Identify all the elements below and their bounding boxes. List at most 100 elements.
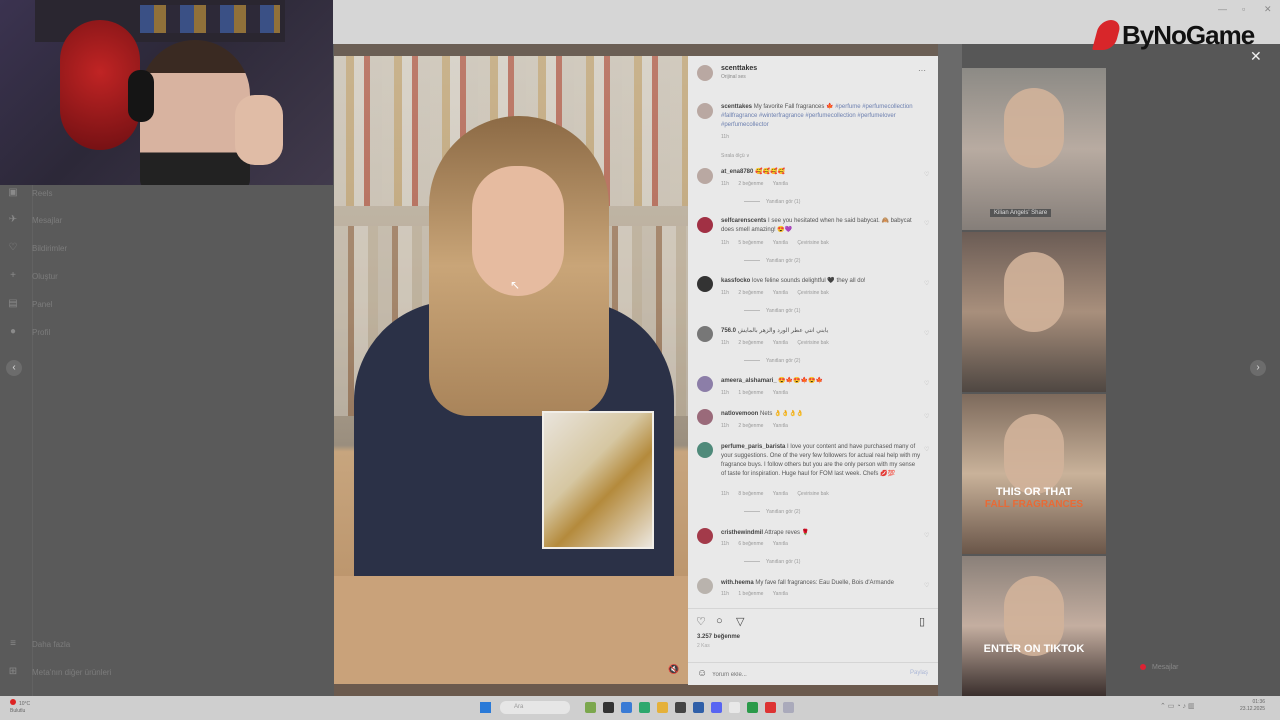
more-options-icon[interactable]: ··· — [918, 66, 926, 75]
discord-icon[interactable] — [711, 702, 722, 713]
avatar[interactable] — [697, 65, 713, 81]
taskbar-app-icon[interactable] — [747, 702, 758, 713]
sidebar-item-create[interactable]: + Oluştur — [8, 268, 58, 284]
comment-like-icon[interactable]: ♡ — [924, 330, 929, 337]
taskbar-app-icon[interactable] — [621, 702, 632, 713]
reply-link[interactable]: Yanıtla — [773, 541, 788, 547]
taskbar-app-icon[interactable] — [603, 702, 614, 713]
avatar[interactable] — [697, 578, 713, 594]
comment-like-icon[interactable]: ♡ — [924, 380, 929, 387]
reel-video[interactable]: 🔇 — [334, 56, 688, 684]
window-close-icon[interactable]: ✕ — [1264, 4, 1272, 15]
comment-like-icon[interactable]: ♡ — [924, 280, 929, 287]
taskbar-clock[interactable]: 01:36 23.12.2025 — [1240, 699, 1265, 713]
edge-icon[interactable] — [639, 702, 650, 713]
comment-user[interactable]: 756.0 — [721, 328, 736, 334]
translate-link[interactable]: Çevirisine bak — [797, 240, 828, 246]
translate-link[interactable]: Çevirisine bak — [797, 340, 828, 346]
taskbar-search[interactable]: Ara — [500, 701, 570, 714]
taskbar-app-icon[interactable] — [585, 702, 596, 713]
share-send-icon[interactable]: ▽ — [736, 615, 744, 628]
comment-user[interactable]: ameera_alshamari_ — [721, 378, 777, 384]
view-replies-link[interactable]: Yanıtları gör (1) — [744, 308, 800, 314]
comment-likes[interactable]: 5 beğenme — [738, 240, 763, 246]
sidebar-item-dashboard[interactable]: ▤ Panel — [8, 296, 52, 312]
store-icon[interactable] — [693, 702, 704, 713]
view-replies-link[interactable]: Yanıtları gör (1) — [744, 199, 800, 205]
comment-user[interactable]: at_ena8780 — [721, 169, 753, 175]
bookmark-icon[interactable]: ▯ — [919, 615, 925, 628]
avatar[interactable] — [697, 409, 713, 425]
avatar[interactable] — [697, 217, 713, 233]
avatar[interactable] — [697, 168, 713, 184]
comment-likes[interactable]: 6 beğenme — [738, 541, 763, 547]
comment-bubble-icon[interactable]: ○ — [716, 615, 723, 627]
comment-likes[interactable]: 8 beğenme — [738, 491, 763, 497]
reply-link[interactable]: Yanıtla — [773, 591, 788, 597]
reply-link[interactable]: Yanıtla — [773, 491, 788, 497]
post-comment-button[interactable]: Paylaş — [910, 670, 928, 676]
avatar[interactable] — [697, 442, 713, 458]
likes-count[interactable]: 3.257 beğenme — [697, 634, 740, 640]
comment-likes[interactable]: 2 beğenme — [738, 423, 763, 429]
reply-link[interactable]: Yanıtla — [773, 340, 788, 346]
related-reel-thumbnail[interactable]: ENTER ON TIKTOK — [962, 556, 1106, 696]
comment-user[interactable]: kassfocko — [721, 278, 750, 284]
sidebar-item-more[interactable]: ≡ Daha fazla — [8, 636, 70, 652]
comment-like-icon[interactable]: ♡ — [924, 532, 929, 539]
comment-likes[interactable]: 2 beğenme — [738, 290, 763, 296]
comment-likes[interactable]: 2 beğenme — [738, 340, 763, 346]
reply-link[interactable]: Yanıtla — [773, 390, 788, 396]
translate-link[interactable]: Çevirisine bak — [797, 491, 828, 497]
related-reel-thumbnail[interactable] — [962, 232, 1106, 392]
reply-link[interactable]: Yanıtla — [773, 181, 788, 187]
weather-widget[interactable]: 10°C Bulutlu — [10, 699, 30, 715]
file-explorer-icon[interactable] — [657, 702, 668, 713]
sidebar-item-messages[interactable]: ✈ Mesajlar — [8, 212, 62, 228]
comment-user[interactable]: with.heema — [721, 580, 754, 586]
avatar[interactable] — [697, 276, 713, 292]
comment-like-icon[interactable]: ♡ — [924, 446, 929, 453]
comment-user[interactable]: cristhewindmil — [721, 530, 763, 536]
comment-likes[interactable]: 1 beğenme — [738, 390, 763, 396]
comment-input[interactable] — [710, 668, 894, 682]
next-post-button[interactable]: › — [1250, 360, 1266, 376]
sidebar-item-notifications[interactable]: ♡ Bildirimler — [8, 240, 68, 256]
view-replies-link[interactable]: Yanıtları gör (1) — [744, 559, 800, 565]
caption-user[interactable]: scenttakes — [721, 104, 752, 110]
comment-like-icon[interactable]: ♡ — [924, 171, 929, 178]
windows-start-icon[interactable] — [480, 702, 491, 713]
view-replies-link[interactable]: Yanıtları gör (2) — [744, 258, 800, 264]
comment-like-icon[interactable]: ♡ — [924, 220, 929, 227]
emoji-icon[interactable]: ☺ — [697, 668, 707, 679]
related-reel-thumbnail[interactable]: Kilian Angels' Share — [962, 68, 1106, 230]
avatar[interactable] — [697, 528, 713, 544]
comment-like-icon[interactable]: ♡ — [924, 582, 929, 589]
comment-likes[interactable]: 2 beğenme — [738, 181, 763, 187]
sort-dropdown[interactable]: Sırala ölçü ∨ — [721, 153, 750, 159]
previous-post-button[interactable]: ‹ — [6, 360, 22, 376]
reply-link[interactable]: Yanıtla — [773, 290, 788, 296]
avatar[interactable] — [697, 103, 713, 119]
view-replies-link[interactable]: Yanıtları gör (2) — [744, 509, 800, 515]
sidebar-item-meta[interactable]: ⊞ Meta'nın diğer ürünleri — [8, 664, 112, 680]
comment-like-icon[interactable]: ♡ — [924, 413, 929, 420]
reply-link[interactable]: Yanıtla — [773, 240, 788, 246]
comment-user[interactable]: selfcarenscents — [721, 218, 766, 224]
audio-label[interactable]: Orijinal ses — [721, 74, 746, 80]
avatar[interactable] — [697, 326, 713, 342]
chrome-icon[interactable] — [729, 702, 740, 713]
comment-user[interactable]: natlovemoon — [721, 411, 758, 417]
close-icon[interactable]: ✕ — [1250, 48, 1262, 65]
system-tray[interactable]: ⌃ ▭ ◔ ♪ ▥ — [1160, 702, 1195, 710]
post-author[interactable]: scenttakes — [721, 65, 757, 72]
messages-pill[interactable]: Mesajlar — [1140, 658, 1250, 676]
avatar[interactable] — [697, 376, 713, 392]
reply-link[interactable]: Yanıtla — [773, 423, 788, 429]
mute-icon[interactable]: 🔇 — [668, 664, 679, 675]
comment-user[interactable]: perfume_paris_barista — [721, 444, 785, 450]
view-replies-link[interactable]: Yanıtları gör (2) — [744, 358, 800, 364]
minimize-icon[interactable]: — — [1218, 4, 1227, 14]
taskbar-app-icon[interactable] — [675, 702, 686, 713]
comment-likes[interactable]: 1 beğenme — [738, 591, 763, 597]
